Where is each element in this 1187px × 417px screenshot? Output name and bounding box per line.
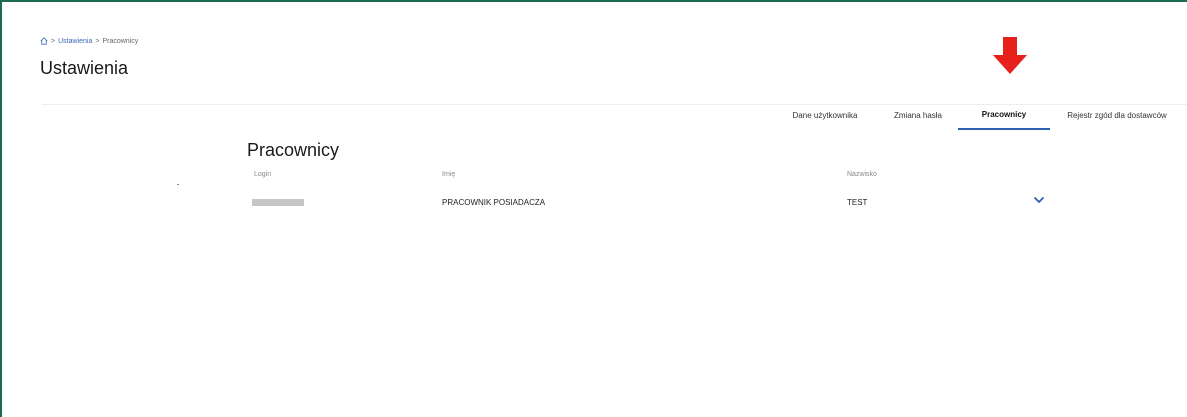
section-title: Pracownicy	[247, 140, 340, 160]
chevron-down-icon[interactable]	[1032, 194, 1046, 206]
breadcrumb: > Ustawienia > Pracownicy	[40, 37, 138, 45]
breadcrumb-item-pracownicy: Pracownicy	[102, 37, 139, 45]
home-icon[interactable]	[40, 37, 48, 45]
tab-label: Zmiana hasła	[893, 110, 943, 120]
column-header-first-name: Imię	[442, 171, 456, 178]
breadcrumb-item-ustawienia[interactable]: Ustawienia	[58, 38, 92, 45]
red-down-arrow-icon	[993, 37, 1027, 74]
column-header-last-name: Nazwisko	[847, 171, 877, 178]
last-name-cell: TEST	[847, 198, 868, 207]
first-name-cell: PRACOWNIK POSIADACZA	[442, 198, 546, 207]
login-cell-redacted	[252, 199, 304, 206]
tabs-divider	[42, 104, 1187, 105]
tab-label: Rejestr zgód dla dostawców	[1067, 110, 1167, 120]
decorative-dot	[177, 184, 179, 185]
column-header-login: Login	[254, 171, 272, 178]
page-title: Ustawienia	[40, 58, 129, 78]
tab-label: Dane użytkownika	[792, 110, 858, 120]
tab-label: Pracownicy	[981, 109, 1027, 119]
breadcrumb-separator: >	[95, 37, 100, 45]
app-frame: > Ustawienia > Pracownicy Ustawienia Dan…	[0, 0, 1187, 417]
breadcrumb-separator: >	[51, 37, 56, 45]
